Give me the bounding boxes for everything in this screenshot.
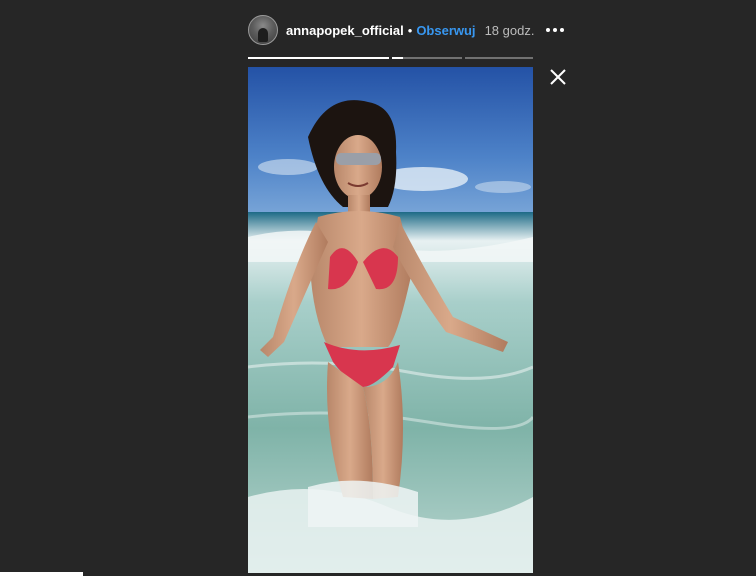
progress-segment <box>392 57 462 59</box>
follow-button[interactable]: Obserwuj <box>416 23 475 38</box>
progress-segment <box>248 57 389 59</box>
story-viewer: annapopek_official • Obserwuj 18 godz. <box>0 0 756 576</box>
more-options-icon[interactable] <box>546 20 567 40</box>
progress-fill <box>392 57 403 59</box>
bottom-indicator <box>0 572 83 576</box>
story-media[interactable] <box>248 67 533 573</box>
separator-dot: • <box>407 22 413 38</box>
beach-photo <box>248 67 533 573</box>
avatar[interactable] <box>248 15 278 45</box>
progress-fill <box>248 57 389 59</box>
story-progress <box>248 57 533 59</box>
close-icon[interactable] <box>548 67 568 87</box>
progress-segment <box>465 57 533 59</box>
timestamp: 18 godz. <box>484 22 535 38</box>
story-header: annapopek_official • Obserwuj 18 godz. <box>248 14 567 46</box>
username-link[interactable]: annapopek_official <box>286 23 404 38</box>
